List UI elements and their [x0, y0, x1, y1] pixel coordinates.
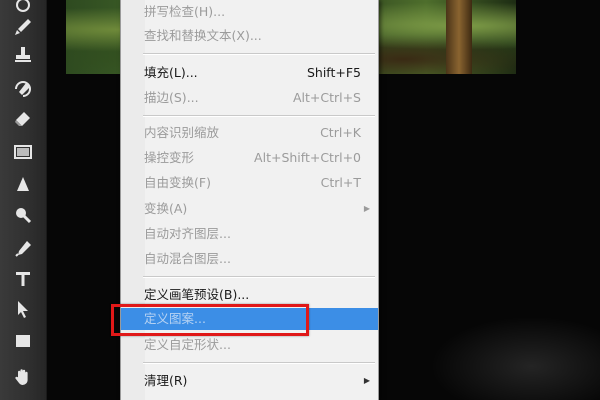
edit-menu: 拼写检查(H)... 查找和替换文本(X)... 填充(L)... Shift+… [120, 0, 379, 400]
menu-item-puppet-warp[interactable]: 操控变形 Alt+Shift+Ctrl+0 [121, 147, 378, 169]
menu-item-define-custom-shape[interactable]: 定义自定形状... [121, 334, 378, 356]
menu-item-define-pattern[interactable]: 定义图案... [121, 308, 378, 330]
menu-item-shortcut: Shift+F5 [306, 65, 361, 80]
menu-item-stroke[interactable]: 描边(S)... Alt+Ctrl+S [121, 87, 378, 109]
menu-item-find-replace[interactable]: 查找和替换文本(X)... [121, 25, 378, 47]
rectangle-shape-icon[interactable] [12, 330, 34, 352]
menu-item-label: 定义图案... [144, 311, 206, 326]
menu-item-label: 自动混合图层... [144, 251, 231, 266]
hand-icon[interactable] [12, 366, 34, 388]
blur-icon[interactable] [12, 174, 34, 196]
menu-item-auto-align-layers[interactable]: 自动对齐图层... [121, 223, 378, 245]
dodge-icon[interactable] [12, 204, 34, 226]
menu-item-free-transform[interactable]: 自由变换(F) Ctrl+T [121, 172, 378, 194]
menu-item-spell-check[interactable]: 拼写检查(H)... [121, 1, 378, 23]
menu-separator [143, 276, 375, 278]
canvas-image-trunk [446, 0, 472, 74]
menu-item-auto-blend-layers[interactable]: 自动混合图层... [121, 248, 378, 270]
menu-item-transform[interactable]: 变换(A) ▶ [121, 198, 378, 220]
menu-item-label: 自由变换(F) [144, 175, 211, 190]
menu-item-label: 拼写检查(H)... [144, 4, 226, 19]
menu-item-label: 定义自定形状... [144, 337, 231, 352]
menu-item-shortcut: Ctrl+K [320, 125, 361, 140]
pen-icon[interactable] [12, 238, 34, 260]
menu-item-label: 自动对齐图层... [144, 226, 231, 241]
gradient-icon[interactable] [12, 141, 34, 163]
menu-item-label: 操控变形 [144, 150, 195, 165]
type-icon[interactable] [12, 268, 34, 290]
clone-stamp-icon[interactable] [12, 44, 34, 66]
path-selection-icon[interactable] [12, 298, 34, 320]
eraser-block-icon[interactable] [12, 108, 34, 130]
menu-item-label: 描边(S)... [144, 90, 199, 105]
watermark [430, 316, 600, 400]
menu-item-shortcut: Ctrl+T [320, 175, 361, 190]
menu-item-content-aware-scale[interactable]: 内容识别缩放 Ctrl+K [121, 122, 378, 144]
eraser-icon[interactable] [12, 0, 34, 16]
menu-separator [143, 362, 375, 364]
menu-separator [143, 53, 375, 55]
menu-item-label: 变换(A) [144, 201, 188, 216]
menu-item-label: 填充(L)... [144, 65, 198, 80]
menu-item-fill[interactable]: 填充(L)... Shift+F5 [121, 62, 378, 84]
submenu-arrow-icon: ▶ [363, 376, 370, 385]
menu-item-label: 内容识别缩放 [144, 125, 220, 140]
menu-item-label: 定义画笔预设(B)... [144, 287, 250, 302]
brush-icon[interactable] [12, 16, 34, 38]
menu-separator [143, 115, 375, 117]
tools-panel [0, 0, 47, 400]
menu-item-define-brush-preset[interactable]: 定义画笔预设(B)... [121, 284, 378, 306]
submenu-arrow-icon: ▶ [363, 204, 370, 213]
menu-item-label: 查找和替换文本(X)... [144, 28, 262, 43]
menu-item-shortcut: Alt+Shift+Ctrl+0 [254, 150, 361, 165]
menu-item-purge[interactable]: 清理(R) ▶ [121, 370, 378, 392]
menu-item-label: 清理(R) [144, 373, 188, 388]
menu-item-shortcut: Alt+Ctrl+S [292, 90, 361, 105]
history-brush-icon[interactable] [12, 78, 34, 100]
